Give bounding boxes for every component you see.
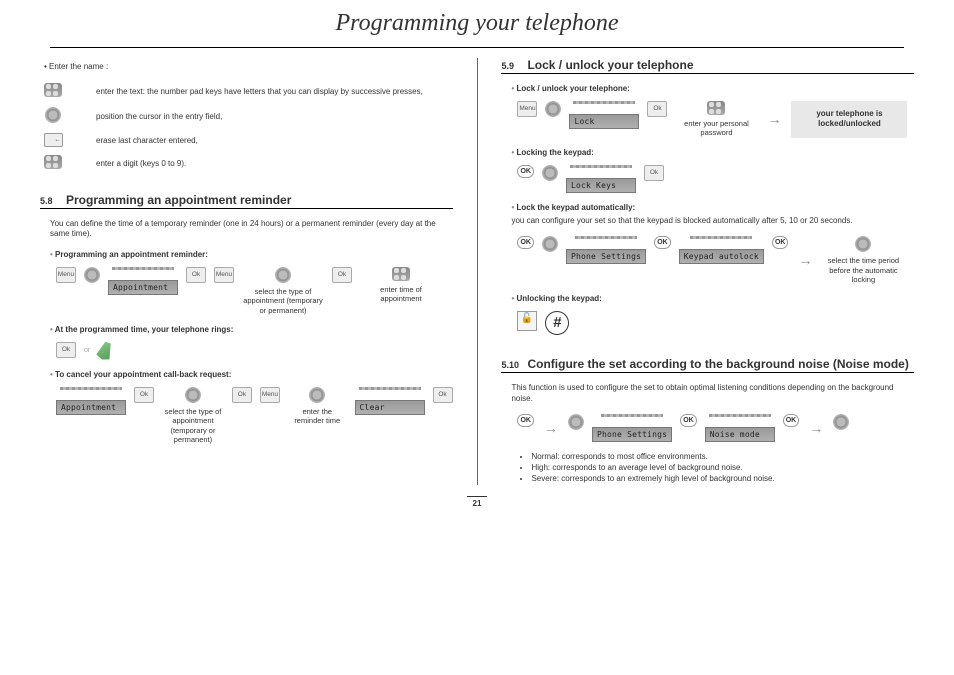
lcd-noise-mode: Noise mode bbox=[705, 427, 775, 442]
lock-flow: Menu Lock Ok enter your personal passwor… bbox=[517, 101, 914, 138]
noise-mode-list: Normal: corresponds to most office envir… bbox=[531, 452, 914, 483]
delete-key-icon: ← bbox=[44, 133, 63, 147]
enter-digit-desc: enter a digit (keys 0 to 9). bbox=[66, 159, 186, 168]
arrow-icon: → bbox=[542, 420, 560, 436]
lcd-appointment: Appointment bbox=[108, 280, 178, 295]
lcd-lock-keys: Lock Keys bbox=[566, 178, 636, 193]
navigator-icon bbox=[185, 387, 201, 403]
prog-reminder-flow: Menu Appointment Ok Menu select the type… bbox=[56, 267, 453, 315]
navigator-icon bbox=[833, 414, 849, 430]
navigator-icon bbox=[568, 414, 584, 430]
cancel-flow: Appointment Ok select the type of appoin… bbox=[56, 387, 453, 445]
navigator-icon bbox=[45, 107, 61, 123]
noise-flow: OK → Phone Settings OK Noise mode OK → bbox=[517, 414, 914, 442]
locking-keypad-sub: Locking the keypad: bbox=[511, 148, 914, 157]
lcd-lock: Lock bbox=[569, 114, 639, 129]
lcd-phone-settings: Phone Settings bbox=[592, 427, 672, 442]
ok-key-icon: Ok bbox=[332, 267, 352, 283]
list-item: Severe: corresponds to an extremely high… bbox=[531, 474, 914, 483]
page-title: Programming your telephone bbox=[40, 10, 914, 37]
position-cursor-desc: position the cursor in the entry field, bbox=[66, 112, 222, 121]
top-rule bbox=[50, 47, 904, 48]
menu-button-icon: Menu bbox=[517, 101, 537, 117]
lock-auto-desc: you can configure your set so that the k… bbox=[511, 216, 914, 226]
lock-result: your telephone is locked/unlocked bbox=[791, 101, 907, 138]
keypad-icon bbox=[392, 267, 410, 281]
column-divider bbox=[477, 58, 478, 485]
section-5-9-header: 5.9 Lock / unlock your telephone bbox=[501, 58, 914, 74]
lcd-keypad-autolock: Keypad autolock bbox=[679, 249, 764, 264]
enter-name-intro: • Enter the name : bbox=[44, 62, 453, 71]
lcd-clear: Clear bbox=[355, 400, 425, 415]
right-column: 5.9 Lock / unlock your telephone Lock / … bbox=[483, 58, 914, 485]
menu-button-icon: Menu bbox=[56, 267, 76, 283]
ok-key-icon: Ok bbox=[232, 387, 252, 403]
navigator-icon bbox=[84, 267, 100, 283]
navigator-icon bbox=[545, 101, 561, 117]
navigator-icon bbox=[275, 267, 291, 283]
phone-rings-sub: At the programmed time, your telephone r… bbox=[50, 325, 453, 334]
unlock-key-icon bbox=[517, 311, 537, 331]
ok-key-icon: Ok bbox=[644, 165, 664, 181]
ok-button-icon: OK bbox=[654, 236, 671, 249]
menu-button-icon: Menu bbox=[260, 387, 280, 403]
hash-key-icon: # bbox=[545, 311, 569, 335]
menu-button-icon: Menu bbox=[214, 267, 234, 283]
ok-key-icon: Ok bbox=[134, 387, 154, 403]
navigator-icon bbox=[542, 165, 558, 181]
keypad-icon bbox=[707, 101, 725, 115]
left-column: • Enter the name : enter the text: the n… bbox=[40, 58, 471, 485]
navigator-icon bbox=[855, 236, 871, 252]
ok-button-icon: OK bbox=[680, 414, 697, 427]
section-5-8-intro: You can define the time of a temporary r… bbox=[50, 219, 453, 240]
ok-key-icon: Ok bbox=[647, 101, 667, 117]
navigator-icon bbox=[542, 236, 558, 252]
unlocking-keypad-sub: Unlocking the keypad: bbox=[511, 294, 914, 303]
section-5-10-header: 5.10 Configure the set according to the … bbox=[501, 357, 914, 373]
enter-text-desc: enter the text: the number pad keys have… bbox=[66, 87, 423, 96]
ok-key-icon: Ok bbox=[56, 342, 76, 358]
list-item: High: corresponds to an average level of… bbox=[531, 463, 914, 472]
page-number: 21 bbox=[40, 499, 914, 508]
ok-button-icon: OK bbox=[517, 414, 534, 427]
list-item: Normal: corresponds to most office envir… bbox=[531, 452, 914, 461]
autolock-flow: OK Phone Settings OK Keypad autolock OK … bbox=[517, 236, 914, 284]
keypad-icon bbox=[44, 155, 62, 169]
lock-unlock-sub: Lock / unlock your telephone: bbox=[511, 84, 914, 93]
unlock-flow: # bbox=[517, 311, 914, 335]
ok-button-icon: OK bbox=[517, 236, 534, 249]
arrow-icon: → bbox=[765, 111, 783, 127]
lock-auto-sub: Lock the keypad automatically: bbox=[511, 203, 914, 212]
cancel-callback-sub: To cancel your appointment call-back req… bbox=[50, 370, 453, 379]
rings-flow: Ok or bbox=[56, 342, 453, 360]
navigator-icon bbox=[309, 387, 325, 403]
section-5-10-intro: This function is used to configure the s… bbox=[511, 383, 914, 404]
ok-button-icon: OK bbox=[772, 236, 789, 249]
erase-char-desc: erase last character entered, bbox=[66, 136, 198, 145]
lcd-phone-settings: Phone Settings bbox=[566, 249, 646, 264]
lcd-appointment: Appointment bbox=[56, 400, 126, 415]
ok-key-icon: Ok bbox=[433, 387, 453, 403]
ok-button-icon: OK bbox=[783, 414, 800, 427]
prog-reminder-sub: Programming an appointment reminder: bbox=[50, 250, 453, 259]
arrow-icon: → bbox=[807, 420, 825, 436]
lockkeys-flow: OK Lock Keys Ok bbox=[517, 165, 914, 193]
handset-icon bbox=[96, 340, 115, 362]
arrow-icon: → bbox=[796, 252, 814, 268]
keypad-icon bbox=[44, 83, 62, 97]
section-5-8-header: 5.8 Programming an appointment reminder bbox=[40, 193, 453, 209]
ok-button-icon: OK bbox=[517, 165, 534, 178]
ok-key-icon: Ok bbox=[186, 267, 206, 283]
